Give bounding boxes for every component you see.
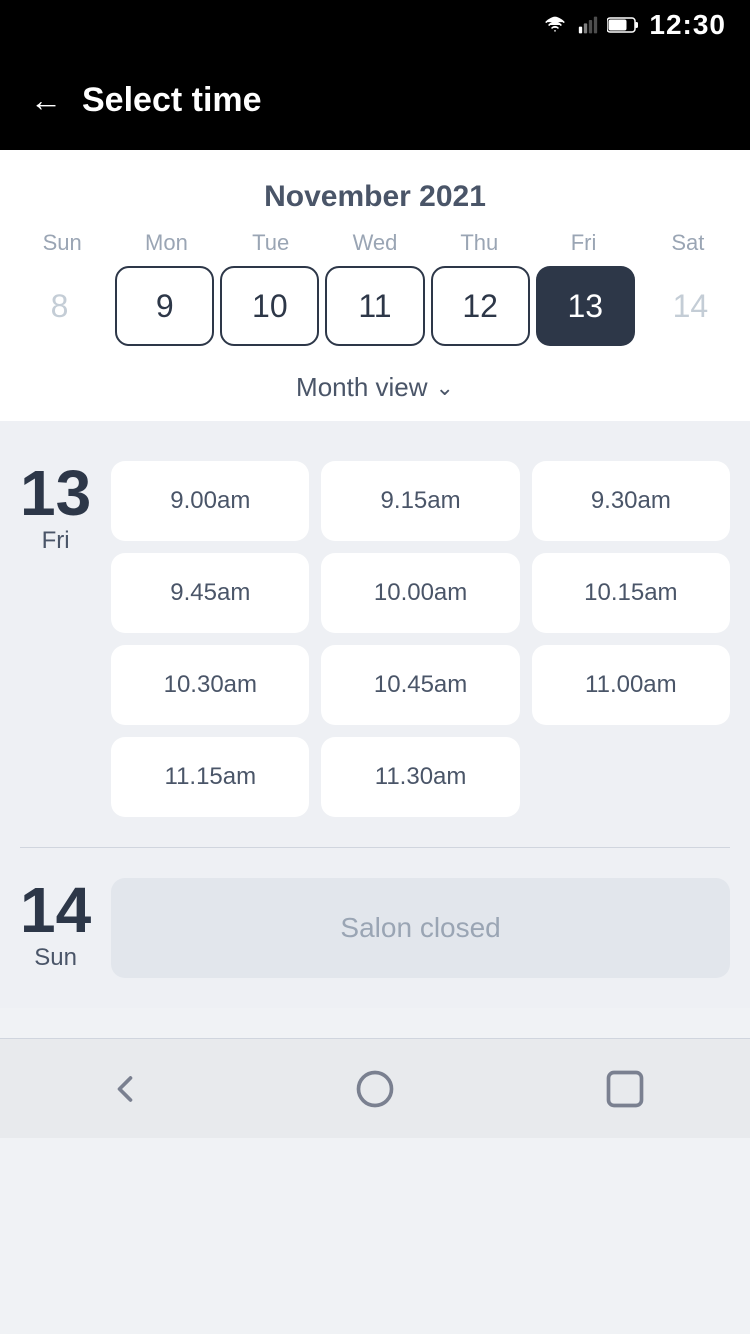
month-view-toggle[interactable]: Month view ⌄ bbox=[0, 362, 750, 421]
day-number: 14 bbox=[20, 878, 91, 942]
home-nav-icon bbox=[353, 1067, 397, 1111]
weekday-row: SunMonTueWedThuFriSat bbox=[0, 230, 750, 256]
time-slot[interactable]: 9.45am bbox=[111, 553, 309, 633]
weekday-label: Thu bbox=[427, 230, 531, 256]
weekday-label: Tue bbox=[219, 230, 323, 256]
day-name: Fri bbox=[20, 527, 91, 555]
date-cell-13[interactable]: 13 bbox=[536, 266, 635, 346]
date-cell-12[interactable]: 12 bbox=[431, 266, 530, 346]
status-icons bbox=[541, 15, 639, 35]
day-section-14: 14Sun Salon closed bbox=[20, 847, 730, 1008]
weekday-label: Sat bbox=[636, 230, 740, 256]
time-slots-grid: 9.00am9.15am9.30am9.45am10.00am10.15am10… bbox=[111, 461, 730, 817]
date-cell-9[interactable]: 9 bbox=[115, 266, 214, 346]
date-cell-14: 14 bbox=[641, 266, 740, 346]
recent-nav-icon bbox=[603, 1067, 647, 1111]
time-slot[interactable]: 9.00am bbox=[111, 461, 309, 541]
salon-closed-label: Salon closed bbox=[111, 878, 730, 978]
day-section-13: 13Fri 9.00am9.15am9.30am 9.45am10.00am10.1… bbox=[20, 441, 730, 847]
month-view-label: Month view bbox=[296, 372, 428, 403]
time-slot[interactable]: 11.00am bbox=[532, 645, 730, 725]
nav-back-button[interactable] bbox=[93, 1057, 157, 1121]
day-name: Sun bbox=[20, 944, 91, 972]
date-cell-11[interactable]: 11 bbox=[325, 266, 424, 346]
status-time: 12:30 bbox=[649, 9, 726, 41]
date-row: 891011121314 bbox=[0, 266, 750, 362]
time-slot[interactable]: 10.00am bbox=[321, 553, 519, 633]
date-cell-8: 8 bbox=[10, 266, 109, 346]
weekday-label: Mon bbox=[114, 230, 218, 256]
calendar-section: November 2021 SunMonTueWedThuFriSat 8910… bbox=[0, 150, 750, 421]
wifi-icon bbox=[541, 15, 569, 35]
chevron-down-icon: ⌄ bbox=[436, 375, 454, 401]
time-slot[interactable]: 10.30am bbox=[111, 645, 309, 725]
back-nav-icon bbox=[103, 1067, 147, 1111]
signal-icon bbox=[577, 15, 599, 35]
slots-container: 13Fri 9.00am9.15am9.30am 9.45am10.00am10.1… bbox=[0, 421, 750, 1008]
nav-home-button[interactable] bbox=[343, 1057, 407, 1121]
back-button[interactable]: ← bbox=[30, 84, 62, 116]
weekday-label: Wed bbox=[323, 230, 427, 256]
status-bar: 12:30 bbox=[0, 0, 750, 50]
time-slot[interactable]: 10.45am bbox=[321, 645, 519, 725]
month-title: November 2021 bbox=[0, 170, 750, 230]
weekday-label: Fri bbox=[531, 230, 635, 256]
battery-icon bbox=[607, 15, 639, 35]
time-slot[interactable]: 9.30am bbox=[532, 461, 730, 541]
bottom-nav bbox=[0, 1038, 750, 1138]
time-slot[interactable]: 9.15am bbox=[321, 461, 519, 541]
weekday-label: Sun bbox=[10, 230, 114, 256]
time-slot[interactable]: 10.15am bbox=[532, 553, 730, 633]
nav-recent-button[interactable] bbox=[593, 1057, 657, 1121]
page-title: Select time bbox=[82, 81, 262, 120]
date-cell-10[interactable]: 10 bbox=[220, 266, 319, 346]
day-number: 13 bbox=[20, 461, 91, 525]
time-slot[interactable]: 11.30am bbox=[321, 737, 519, 817]
time-slot[interactable]: 11.15am bbox=[111, 737, 309, 817]
app-header: ← Select time bbox=[0, 50, 750, 150]
